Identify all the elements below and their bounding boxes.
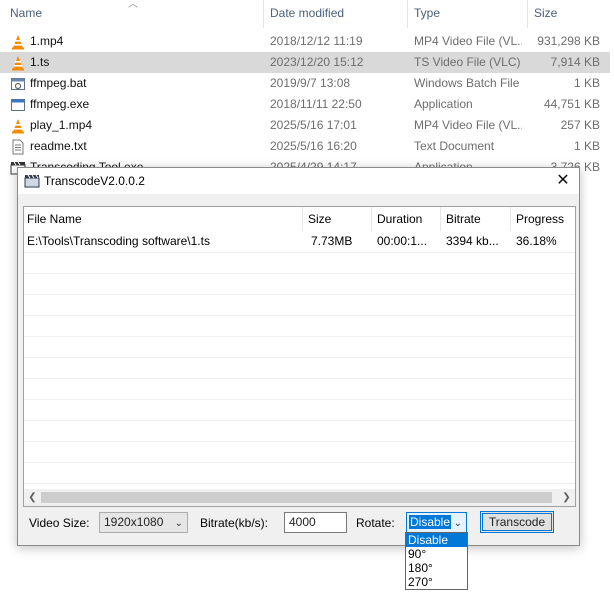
- file-type: Text Document: [414, 139, 495, 153]
- batch-file-icon: [10, 76, 26, 92]
- text-file-icon: [10, 139, 26, 155]
- bitrate-input[interactable]: 4000: [284, 512, 347, 533]
- file-type: TS Video File (VLC): [414, 55, 521, 69]
- rotate-select[interactable]: Disable ⌄: [406, 512, 467, 533]
- row-gridline: [24, 252, 575, 253]
- scrollbar-thumb[interactable]: [41, 492, 552, 503]
- list-header-duration[interactable]: Duration: [377, 207, 422, 231]
- dialog-title: TranscodeV2.0.0.2: [44, 174, 145, 188]
- clapper-icon: [24, 173, 40, 189]
- list-header-bitrate[interactable]: Bitrate: [446, 207, 481, 231]
- file-name: 1.ts: [30, 55, 50, 69]
- column-divider[interactable]: [527, 0, 528, 28]
- column-divider[interactable]: [263, 0, 264, 28]
- row-gridline: [24, 315, 575, 316]
- cell-file-name: E:\Tools\Transcoding software\1.ts: [27, 234, 210, 248]
- horizontal-scrollbar[interactable]: ❮ ❯: [24, 489, 575, 506]
- file-type: Application: [414, 97, 473, 111]
- rotate-value: Disable: [409, 515, 452, 529]
- file-name: play_1.mp4: [30, 118, 93, 132]
- column-divider[interactable]: [407, 0, 408, 28]
- file-size: 1 KB: [573, 76, 600, 90]
- row-gridline: [24, 399, 575, 400]
- row-gridline: [24, 441, 575, 442]
- video-size-label: Video Size:: [29, 516, 90, 530]
- list-header-progress[interactable]: Progress: [516, 207, 564, 231]
- row-gridline: [24, 483, 575, 484]
- cell-progress: 36.18%: [516, 234, 557, 248]
- sort-up-icon: ︿: [128, 0, 138, 10]
- file-type: Windows Batch File: [414, 76, 520, 90]
- column-divider[interactable]: [371, 207, 372, 231]
- file-date: 2023/12/20 15:12: [270, 55, 364, 69]
- file-date: 2018/12/12 11:19: [270, 34, 363, 48]
- file-type: MP4 Video File (VL...: [414, 34, 522, 48]
- file-date: 2018/11/11 22:50: [270, 97, 362, 111]
- cell-bitrate: 3394 kb...: [446, 234, 499, 248]
- file-row[interactable]: ffmpeg.exe 2018/11/11 22:50 Application …: [0, 94, 610, 115]
- cell-size: 7.73MB: [311, 234, 353, 248]
- cell-duration: 00:00:1...: [377, 234, 428, 248]
- application-icon: [10, 97, 26, 113]
- rotate-option-270[interactable]: 270°: [406, 575, 467, 589]
- chevron-down-icon: ⌄: [174, 518, 183, 529]
- file-date: 2025/5/16 17:01: [270, 118, 357, 132]
- file-name: readme.txt: [30, 139, 87, 153]
- file-date: 2019/9/7 13:08: [270, 76, 351, 90]
- vlc-cone-icon: [10, 118, 26, 134]
- file-name: ffmpeg.exe: [30, 97, 90, 111]
- video-size-select[interactable]: 1920x1080 ⌄: [99, 512, 188, 533]
- file-name: 1.mp4: [30, 34, 64, 48]
- file-row[interactable]: play_1.mp4 2025/5/16 17:01 MP4 Video Fil…: [0, 115, 610, 136]
- file-row[interactable]: ffmpeg.bat 2019/9/7 13:08 Windows Batch …: [0, 73, 610, 94]
- column-header-type[interactable]: Type: [414, 0, 440, 28]
- row-gridline: [24, 357, 575, 358]
- file-size: 257 KB: [560, 118, 600, 132]
- file-row[interactable]: readme.txt 2025/5/16 16:20 Text Document…: [0, 136, 610, 157]
- file-size: 931,298 KB: [537, 34, 600, 48]
- column-divider[interactable]: [510, 207, 511, 231]
- list-header-size[interactable]: Size: [308, 207, 331, 231]
- file-row[interactable]: 1.ts 2023/12/20 15:12 TS Video File (VLC…: [0, 52, 610, 73]
- vlc-cone-icon: [10, 34, 26, 50]
- scroll-left-icon[interactable]: ❮: [24, 489, 41, 506]
- file-date: 2025/5/16 16:20: [270, 139, 357, 153]
- rotate-dropdown-list[interactable]: Disable 90° 180° 270°: [405, 532, 468, 590]
- file-name: ffmpeg.bat: [30, 76, 87, 90]
- file-row[interactable]: 1.mp4 2018/12/12 11:19 MP4 Video File (V…: [0, 31, 610, 52]
- column-divider[interactable]: [440, 207, 441, 231]
- row-gridline: [24, 336, 575, 337]
- vlc-cone-icon: [10, 55, 26, 71]
- transcode-dialog: TranscodeV2.0.0.2 ✕ File Name Size Durat…: [17, 167, 580, 546]
- rotate-option-disable[interactable]: Disable: [406, 533, 467, 547]
- file-type: MP4 Video File (VL...: [414, 118, 522, 132]
- rotate-option-90[interactable]: 90°: [406, 547, 467, 561]
- chevron-down-icon: ⌄: [453, 518, 462, 529]
- column-header-date[interactable]: Date modified: [270, 0, 344, 28]
- column-header-size[interactable]: Size: [534, 0, 557, 28]
- rotate-option-180[interactable]: 180°: [406, 561, 467, 575]
- dialog-titlebar[interactable]: TranscodeV2.0.0.2 ✕: [18, 168, 579, 194]
- scroll-right-icon[interactable]: ❯: [558, 489, 575, 506]
- row-gridline: [24, 462, 575, 463]
- close-button[interactable]: ✕: [547, 168, 579, 194]
- transcode-button[interactable]: Transcode: [480, 511, 554, 533]
- file-list-view[interactable]: File Name Size Duration Bitrate Progress…: [23, 206, 576, 507]
- row-gridline: [24, 378, 575, 379]
- file-size: 44,751 KB: [543, 97, 600, 111]
- table-row[interactable]: E:\Tools\Transcoding software\1.ts 7.73M…: [24, 231, 575, 252]
- file-size: 7,914 KB: [550, 55, 600, 69]
- column-divider[interactable]: [302, 207, 303, 231]
- rotate-label: Rotate:: [356, 516, 395, 530]
- bitrate-label: Bitrate(kb/s):: [200, 516, 269, 530]
- row-gridline: [24, 273, 575, 274]
- column-header-name[interactable]: Name: [10, 0, 42, 28]
- file-size: 1 KB: [573, 139, 600, 153]
- video-size-value: 1920x1080: [104, 515, 164, 529]
- row-gridline: [24, 420, 575, 421]
- row-gridline: [24, 294, 575, 295]
- list-header-file-name[interactable]: File Name: [27, 207, 82, 231]
